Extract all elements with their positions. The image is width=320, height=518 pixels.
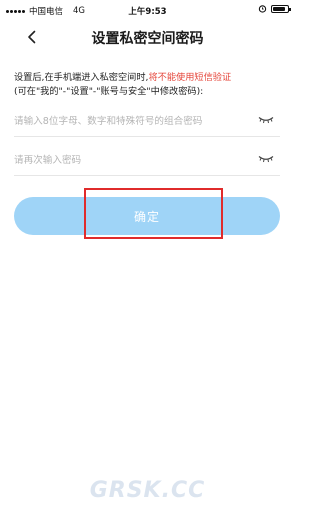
- status-bar: 中国电信 4G 上午9:53: [0, 0, 295, 20]
- page-title: 设置私密空间密码: [91, 31, 204, 47]
- notice-text: 设置后,在手机端进入私密空间时,将不能使用短信验证 (可在"我的"-"设置"-"…: [14, 71, 284, 99]
- watermark-text: GRSK.CC: [89, 477, 206, 503]
- status-time: 上午9:53: [128, 7, 167, 17]
- password-field: [14, 106, 280, 137]
- password-input[interactable]: [14, 112, 244, 130]
- watermark: GRSK.CC: [0, 476, 295, 504]
- confirm-password-field: [14, 145, 280, 176]
- notice-warning: 将不能使用短信验证: [148, 72, 232, 83]
- nav-bar: 设置私密空间密码: [0, 22, 295, 52]
- notice-prefix: 设置后,在手机端进入私密空间时,: [14, 72, 149, 83]
- status-right: [258, 4, 291, 13]
- battery-level: [273, 6, 285, 11]
- notice-suffix: (可在"我的"-"设置"-"账号与安全"中修改密码):: [14, 86, 204, 97]
- confirm-password-input[interactable]: [14, 151, 244, 169]
- battery-icon: [271, 4, 291, 13]
- eye-closed-icon[interactable]: [258, 115, 274, 125]
- confirm-button[interactable]: 确定: [14, 197, 280, 235]
- eye-closed-icon[interactable]: [258, 154, 274, 164]
- alarm-clock-icon: [258, 5, 267, 13]
